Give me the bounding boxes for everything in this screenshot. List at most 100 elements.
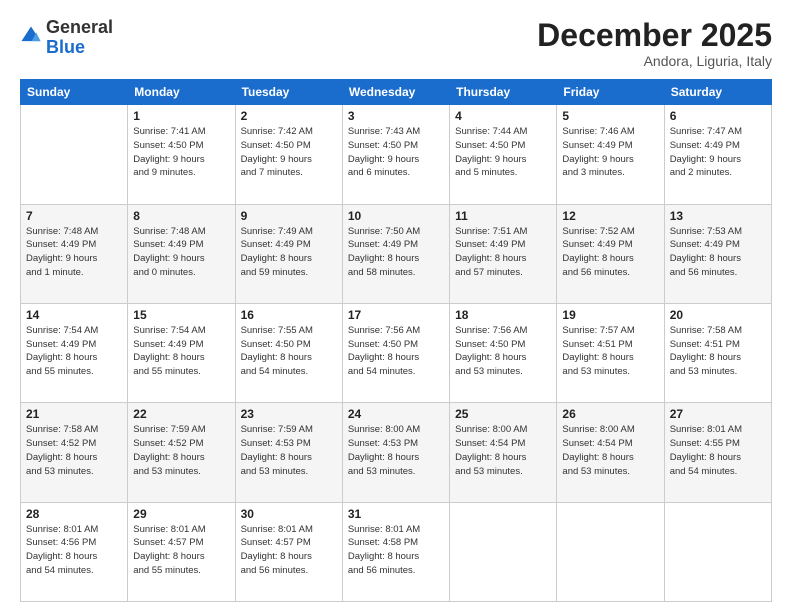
table-cell [21, 105, 128, 204]
table-cell: 27Sunrise: 8:01 AMSunset: 4:55 PMDayligh… [664, 403, 771, 502]
day-info: Sunrise: 7:56 AMSunset: 4:50 PMDaylight:… [455, 324, 551, 379]
page: General Blue December 2025 Andora, Ligur… [0, 0, 792, 612]
calendar-week-row: 21 Sunrise: 7:58 AMSunset: 4:52 PMDayligh… [21, 403, 772, 502]
day-info: Sunrise: 8:00 AMSunset: 4:54 PMDaylight:… [562, 423, 658, 478]
col-tuesday: Tuesday [235, 80, 342, 105]
table-cell: 6Sunrise: 7:47 AMSunset: 4:49 PMDaylight… [664, 105, 771, 204]
table-cell: 5Sunrise: 7:46 AMSunset: 4:49 PMDaylight… [557, 105, 664, 204]
table-cell: 9 Sunrise: 7:49 AMSunset: 4:49 PMDaylight… [235, 204, 342, 303]
table-cell: 31 Sunrise: 8:01 AMSunset: 4:58 PMDayligh… [342, 502, 449, 601]
day-info: Sunrise: 7:48 AMSunset: 4:49 PMDaylight:… [133, 225, 229, 280]
day-number: 18 [455, 308, 551, 322]
day-number: 6 [670, 109, 766, 123]
table-cell: 17 Sunrise: 7:56 AMSunset: 4:50 PMDayligh… [342, 303, 449, 402]
day-number: 31 [348, 507, 444, 521]
calendar-week-row: 28Sunrise: 8:01 AMSunset: 4:56 PMDayligh… [21, 502, 772, 601]
table-cell: 14Sunrise: 7:54 AMSunset: 4:49 PMDayligh… [21, 303, 128, 402]
day-number: 30 [241, 507, 337, 521]
logo-icon [20, 25, 42, 47]
day-number: 4 [455, 109, 551, 123]
day-info: Sunrise: 7:59 AMSunset: 4:53 PMDaylight:… [241, 423, 337, 478]
day-number: 3 [348, 109, 444, 123]
day-info: Sunrise: 7:58 AMSunset: 4:52 PMDaylight:… [26, 423, 122, 478]
day-number: 1 [133, 109, 229, 123]
table-cell: 15 Sunrise: 7:54 AMSunset: 4:49 PMDayligh… [128, 303, 235, 402]
day-info: Sunrise: 7:57 AMSunset: 4:51 PMDaylight:… [562, 324, 658, 379]
table-cell: 10 Sunrise: 7:50 AMSunset: 4:49 PMDayligh… [342, 204, 449, 303]
table-cell: 18 Sunrise: 7:56 AMSunset: 4:50 PMDayligh… [450, 303, 557, 402]
calendar-week-row: 7 Sunrise: 7:48 AMSunset: 4:49 PMDaylight… [21, 204, 772, 303]
table-cell: 4 Sunrise: 7:44 AMSunset: 4:50 PMDaylight… [450, 105, 557, 204]
table-cell: 7 Sunrise: 7:48 AMSunset: 4:49 PMDaylight… [21, 204, 128, 303]
day-number: 10 [348, 209, 444, 223]
table-cell: 19 Sunrise: 7:57 AMSunset: 4:51 PMDayligh… [557, 303, 664, 402]
col-wednesday: Wednesday [342, 80, 449, 105]
table-cell [557, 502, 664, 601]
day-info: Sunrise: 8:00 AMSunset: 4:53 PMDaylight:… [348, 423, 444, 478]
calendar-week-row: 14 Sunrise: 7:54 AMSunset: 4:49 PMDayligh… [21, 303, 772, 402]
calendar-table: Sunday Monday Tuesday Wednesday Thursday… [20, 79, 772, 602]
table-cell: 1 Sunrise: 7:41 AMSunset: 4:50 PMDaylight… [128, 105, 235, 204]
table-cell: 13Sunrise: 7:53 AMSunset: 4:49 PMDayligh… [664, 204, 771, 303]
day-info: Sunrise: 7:59 AMSunset: 4:52 PMDaylight:… [133, 423, 229, 478]
day-info: Sunrise: 8:00 AMSunset: 4:54 PMDaylight:… [455, 423, 551, 478]
table-cell: 23 Sunrise: 7:59 AMSunset: 4:53 PMDayligh… [235, 403, 342, 502]
logo: General Blue [20, 18, 113, 58]
day-number: 11 [455, 209, 551, 223]
day-number: 12 [562, 209, 658, 223]
month-title: December 2025 [537, 18, 772, 53]
table-cell: 30Sunrise: 8:01 AMSunset: 4:57 PMDayligh… [235, 502, 342, 601]
day-info: Sunrise: 7:54 AMSunset: 4:49 PMDaylight:… [133, 324, 229, 379]
day-info: Sunrise: 7:42 AMSunset: 4:50 PMDaylight:… [241, 125, 337, 180]
day-info: Sunrise: 7:43 AMSunset: 4:50 PMDaylight:… [348, 125, 444, 180]
table-cell: 26 Sunrise: 8:00 AMSunset: 4:54 PMDayligh… [557, 403, 664, 502]
table-cell: 8 Sunrise: 7:48 AMSunset: 4:49 PMDaylight… [128, 204, 235, 303]
day-info: Sunrise: 7:49 AMSunset: 4:49 PMDaylight:… [241, 225, 337, 280]
day-info: Sunrise: 7:41 AMSunset: 4:50 PMDaylight:… [133, 125, 229, 180]
logo-blue-text: Blue [46, 37, 85, 57]
day-number: 14 [26, 308, 122, 322]
col-saturday: Saturday [664, 80, 771, 105]
table-cell: 3 Sunrise: 7:43 AMSunset: 4:50 PMDaylight… [342, 105, 449, 204]
calendar-header-row: Sunday Monday Tuesday Wednesday Thursday… [21, 80, 772, 105]
table-cell: 28Sunrise: 8:01 AMSunset: 4:56 PMDayligh… [21, 502, 128, 601]
day-number: 23 [241, 407, 337, 421]
day-number: 17 [348, 308, 444, 322]
day-number: 5 [562, 109, 658, 123]
col-monday: Monday [128, 80, 235, 105]
day-number: 27 [670, 407, 766, 421]
table-cell: 24Sunrise: 8:00 AMSunset: 4:53 PMDayligh… [342, 403, 449, 502]
day-number: 19 [562, 308, 658, 322]
day-info: Sunrise: 8:01 AMSunset: 4:57 PMDaylight:… [133, 523, 229, 578]
day-number: 15 [133, 308, 229, 322]
day-info: Sunrise: 7:52 AMSunset: 4:49 PMDaylight:… [562, 225, 658, 280]
day-number: 20 [670, 308, 766, 322]
logo-general-text: General [46, 17, 113, 37]
day-number: 21 [26, 407, 122, 421]
table-cell: 22 Sunrise: 7:59 AMSunset: 4:52 PMDayligh… [128, 403, 235, 502]
day-info: Sunrise: 7:56 AMSunset: 4:50 PMDaylight:… [348, 324, 444, 379]
table-cell [664, 502, 771, 601]
table-cell [450, 502, 557, 601]
day-number: 9 [241, 209, 337, 223]
table-cell: 29 Sunrise: 8:01 AMSunset: 4:57 PMDayligh… [128, 502, 235, 601]
day-info: Sunrise: 7:48 AMSunset: 4:49 PMDaylight:… [26, 225, 122, 280]
day-info: Sunrise: 7:55 AMSunset: 4:50 PMDaylight:… [241, 324, 337, 379]
day-number: 26 [562, 407, 658, 421]
table-cell: 16Sunrise: 7:55 AMSunset: 4:50 PMDayligh… [235, 303, 342, 402]
day-number: 7 [26, 209, 122, 223]
day-number: 8 [133, 209, 229, 223]
day-info: Sunrise: 8:01 AMSunset: 4:58 PMDaylight:… [348, 523, 444, 578]
day-number: 25 [455, 407, 551, 421]
day-number: 13 [670, 209, 766, 223]
day-info: Sunrise: 7:44 AMSunset: 4:50 PMDaylight:… [455, 125, 551, 180]
day-info: Sunrise: 8:01 AMSunset: 4:56 PMDaylight:… [26, 523, 122, 578]
table-cell: 25 Sunrise: 8:00 AMSunset: 4:54 PMDayligh… [450, 403, 557, 502]
subtitle: Andora, Liguria, Italy [537, 53, 772, 69]
day-number: 2 [241, 109, 337, 123]
day-number: 29 [133, 507, 229, 521]
day-info: Sunrise: 7:51 AMSunset: 4:49 PMDaylight:… [455, 225, 551, 280]
col-sunday: Sunday [21, 80, 128, 105]
day-number: 22 [133, 407, 229, 421]
day-info: Sunrise: 7:50 AMSunset: 4:49 PMDaylight:… [348, 225, 444, 280]
